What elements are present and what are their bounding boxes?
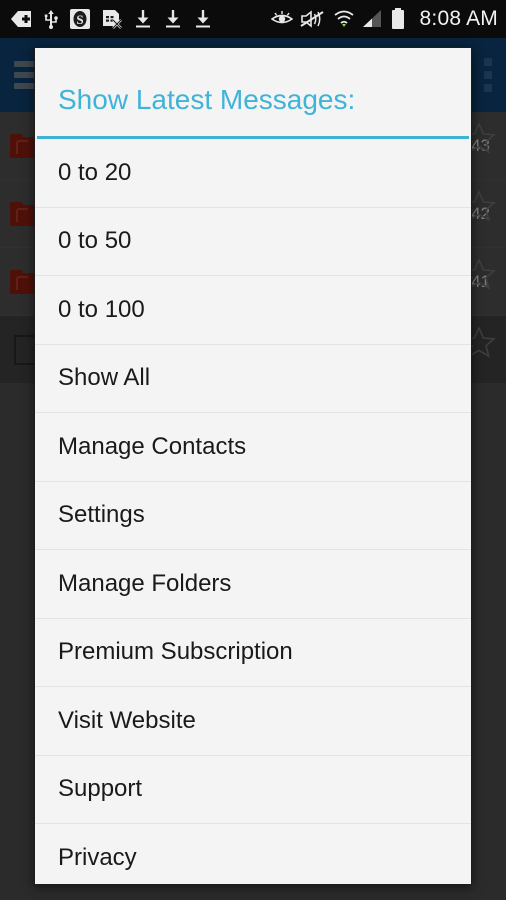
menu-item-privacy[interactable]: Privacy <box>35 824 471 884</box>
status-bar-clock: 8:08 AM <box>419 7 498 30</box>
download-icon <box>166 10 180 28</box>
status-bar-left-icons: S <box>10 9 271 29</box>
mute-icon <box>300 10 324 28</box>
dialog-title: Show Latest Messages: <box>58 84 356 115</box>
menu-item-show-all[interactable]: Show All <box>35 344 471 413</box>
cellular-signal-icon <box>362 10 381 27</box>
menu-item-0-to-20[interactable]: 0 to 20 <box>35 139 471 208</box>
battery-icon <box>391 8 404 29</box>
download-icon <box>196 10 210 28</box>
download-icon <box>136 10 150 28</box>
menu-item-manage-folders[interactable]: Manage Folders <box>35 550 471 619</box>
svg-text:S: S <box>76 12 83 27</box>
screen: S 8:08 AM 3:43 3:42 3:41 Show Latest Mes… <box>0 0 506 900</box>
show-latest-messages-dialog: Show Latest Messages: 0 to 20 0 to 50 0 … <box>34 47 472 885</box>
menu-item-manage-contacts[interactable]: Manage Contacts <box>35 413 471 482</box>
swype-keyboard-icon: S <box>70 9 90 29</box>
menu-item-visit-website[interactable]: Visit Website <box>35 687 471 756</box>
smart-stay-eye-icon <box>270 11 293 24</box>
sd-card-plus-icon <box>11 11 31 27</box>
usb-icon <box>44 10 58 29</box>
menu-item-premium-subscription[interactable]: Premium Subscription <box>35 618 471 687</box>
sim-card-removed-icon <box>103 10 122 29</box>
status-bar: S 8:08 AM <box>0 0 506 38</box>
status-bar-right-icons: 8:08 AM <box>270 7 498 31</box>
menu-item-settings[interactable]: Settings <box>35 481 471 550</box>
dialog-menu-list: 0 to 20 0 to 50 0 to 100 Show All Manage… <box>35 139 471 884</box>
menu-item-support[interactable]: Support <box>35 755 471 824</box>
menu-item-0-to-100[interactable]: 0 to 100 <box>35 276 471 345</box>
wifi-icon <box>333 10 354 27</box>
menu-item-0-to-50[interactable]: 0 to 50 <box>35 207 471 276</box>
